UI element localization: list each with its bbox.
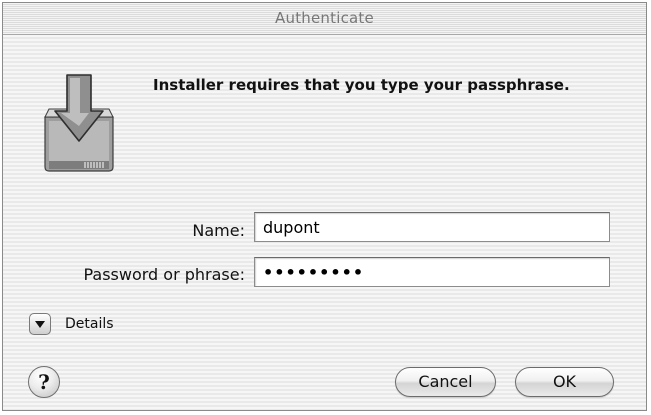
cancel-button[interactable]: Cancel — [395, 367, 496, 397]
ok-button[interactable]: OK — [515, 367, 614, 397]
help-button[interactable]: ? — [28, 366, 60, 398]
name-label: Name: — [192, 221, 245, 240]
details-label[interactable]: Details — [65, 316, 114, 332]
window-title: Authenticate — [275, 9, 374, 27]
disclosure-triangle-icon[interactable] — [29, 313, 51, 335]
title-bar[interactable]: Authenticate — [3, 3, 646, 35]
name-field[interactable] — [254, 212, 610, 242]
installer-icon — [44, 74, 114, 172]
password-field[interactable] — [254, 257, 610, 287]
password-label: Password or phrase: — [83, 265, 245, 284]
message-text: Installer requires that you type your pa… — [153, 76, 570, 94]
authenticate-dialog: Authenticate Installer requires that you… — [2, 2, 647, 411]
